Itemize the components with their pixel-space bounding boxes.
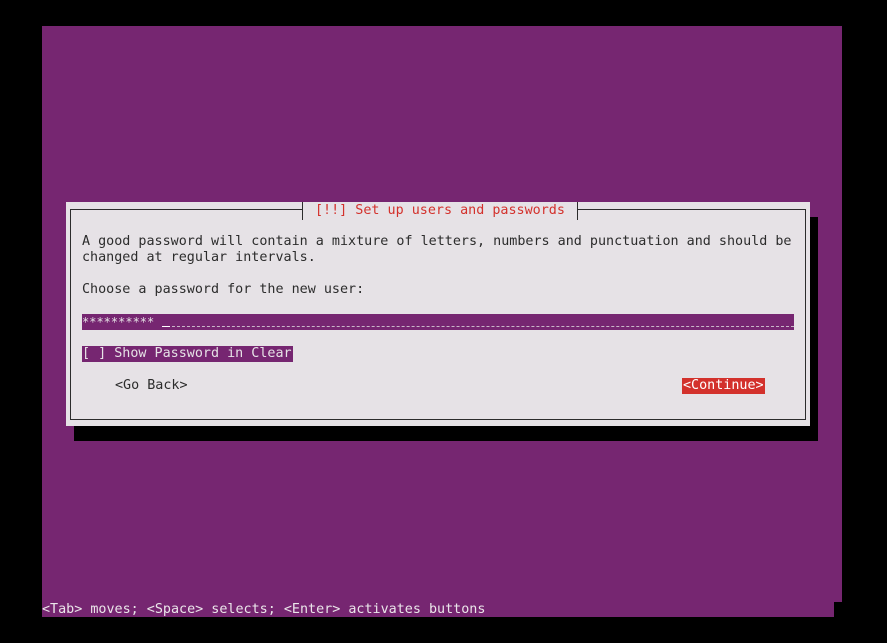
password-prompt: Choose a password for the new user: [82, 282, 365, 297]
password-masked-value: ********** [82, 315, 155, 329]
password-dialog: [!!] Set up users and passwords A good p… [66, 202, 810, 426]
password-input[interactable]: ********** [82, 314, 794, 330]
keyboard-help-status: <Tab> moves; <Space> selects; <Enter> ac… [42, 602, 486, 617]
description-line-1: A good password will contain a mixture o… [82, 234, 792, 249]
description-line-2: changed at regular intervals. [82, 250, 316, 265]
show-password-checkbox[interactable]: [ ] Show Password in Clear [82, 346, 293, 362]
continue-button[interactable]: <Continue> [682, 378, 765, 394]
text-cursor [162, 326, 170, 327]
go-back-button[interactable]: <Go Back> [115, 378, 188, 394]
input-fill-line [162, 326, 794, 327]
dialog-title: [!!] Set up users and passwords [302, 202, 578, 220]
